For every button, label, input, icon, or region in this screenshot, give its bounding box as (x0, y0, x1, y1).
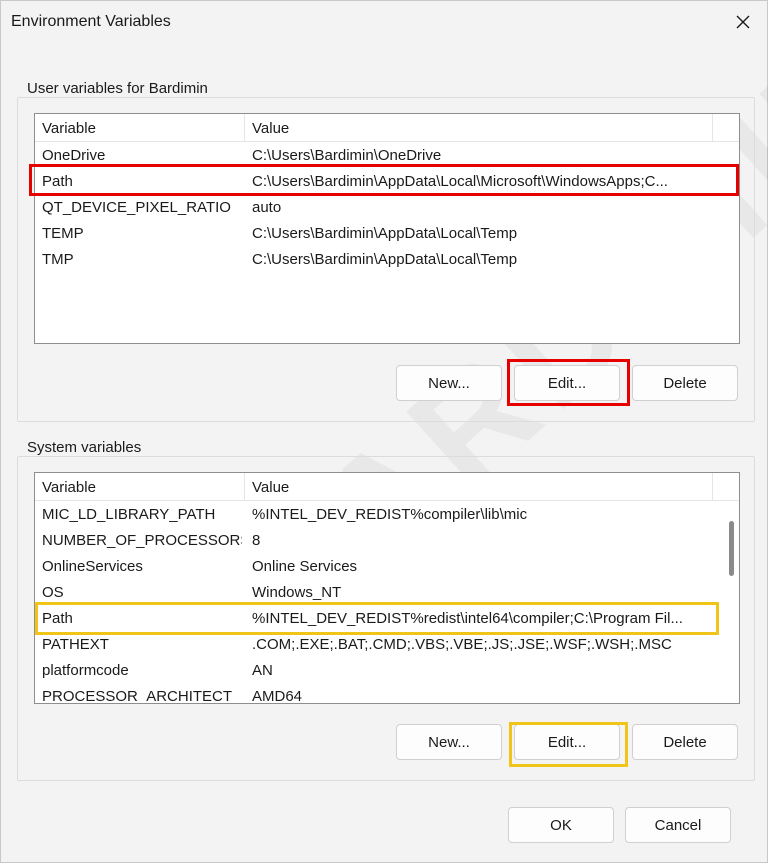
user-variables-label: User variables for Bardimin (27, 80, 208, 97)
column-header-value[interactable]: Value (252, 479, 289, 496)
table-row[interactable]: QT_DEVICE_PIXEL_RATIO auto (35, 195, 739, 221)
column-separator[interactable] (244, 473, 245, 501)
table-row[interactable]: Path C:\Users\Bardimin\AppData\Local\Mic… (35, 169, 739, 195)
row-value: .COM;.EXE;.BAT;.CMD;.VBS;.VBE;.JS;.JSE;.… (252, 636, 672, 653)
user-new-button[interactable]: New... (396, 365, 502, 401)
system-variables-group: System variables Variable Value MIC_LD_L… (17, 439, 755, 781)
row-variable: PROCESSOR_ARCHITECT (42, 688, 233, 704)
close-icon (736, 15, 750, 29)
column-separator[interactable] (712, 114, 713, 142)
column-separator[interactable] (244, 114, 245, 142)
table-row[interactable]: PROCESSOR_ARCHITECT AMD64 (35, 684, 739, 704)
system-variables-list[interactable]: Variable Value MIC_LD_LIBRARY_PATH %INTE… (34, 472, 740, 704)
row-variable: MIC_LD_LIBRARY_PATH (42, 506, 216, 523)
table-row[interactable]: TMP C:\Users\Bardimin\AppData\Local\Temp (35, 247, 739, 273)
row-variable: OS (42, 584, 64, 601)
user-variables-list[interactable]: Variable Value OneDrive C:\Users\Bardimi… (34, 113, 740, 344)
row-variable: platformcode (42, 662, 129, 679)
system-variables-label: System variables (27, 439, 142, 456)
row-variable: NUMBER_OF_PROCESSORS (42, 532, 242, 549)
scrollbar-thumb[interactable] (729, 521, 734, 576)
row-value: AMD64 (252, 688, 303, 704)
environment-variables-dialog: BARDIMIN Environment Variables User vari… (0, 0, 768, 863)
column-header-variable[interactable]: Variable (42, 479, 96, 496)
row-variable: TMP (42, 251, 74, 268)
row-value: C:\Users\Bardimin\AppData\Local\Temp (252, 251, 518, 268)
title-bar: Environment Variables (1, 1, 767, 45)
column-separator[interactable] (712, 473, 713, 501)
table-row[interactable]: TEMP C:\Users\Bardimin\AppData\Local\Tem… (35, 221, 739, 247)
row-value: C:\Users\Bardimin\AppData\Local\Temp (252, 225, 518, 242)
table-row[interactable]: OnlineServices Online Services (35, 554, 739, 580)
row-value: C:\Users\Bardimin\AppData\Local\Microsof… (252, 173, 668, 190)
table-row[interactable]: Path %INTEL_DEV_REDIST%redist\intel64\co… (35, 606, 739, 632)
system-edit-button[interactable]: Edit... (514, 724, 620, 760)
row-variable: OnlineServices (42, 558, 143, 575)
table-row[interactable]: OS Windows_NT (35, 580, 739, 606)
vertical-scrollbar[interactable] (723, 473, 739, 703)
system-new-button[interactable]: New... (396, 724, 502, 760)
table-row[interactable]: PATHEXT .COM;.EXE;.BAT;.CMD;.VBS;.VBE;.J… (35, 632, 739, 658)
column-header-value[interactable]: Value (252, 120, 289, 137)
row-variable: Path (42, 173, 73, 190)
row-variable: QT_DEVICE_PIXEL_RATIO (42, 199, 231, 216)
user-variables-group: User variables for Bardimin Variable Val… (17, 80, 755, 422)
row-variable: TEMP (42, 225, 84, 242)
list-header: Variable Value (35, 114, 739, 142)
table-row[interactable]: platformcode AN (35, 658, 739, 684)
row-value: %INTEL_DEV_REDIST%redist\intel64\compile… (252, 610, 683, 627)
user-edit-button[interactable]: Edit... (514, 365, 620, 401)
list-header: Variable Value (35, 473, 739, 501)
row-value: Windows_NT (252, 584, 342, 601)
row-value: Online Services (252, 558, 358, 575)
row-variable: Path (42, 610, 73, 627)
window-title: Environment Variables (11, 13, 171, 30)
row-value: AN (252, 662, 273, 679)
column-header-variable[interactable]: Variable (42, 120, 96, 137)
row-value: auto (252, 199, 282, 216)
user-delete-button[interactable]: Delete (632, 365, 738, 401)
row-value: 8 (252, 532, 261, 549)
close-button[interactable] (725, 5, 761, 39)
table-row[interactable]: MIC_LD_LIBRARY_PATH %INTEL_DEV_REDIST%co… (35, 502, 739, 528)
table-row[interactable]: NUMBER_OF_PROCESSORS 8 (35, 528, 739, 554)
row-value: %INTEL_DEV_REDIST%compiler\lib\mic (252, 506, 528, 523)
row-value: C:\Users\Bardimin\OneDrive (252, 147, 442, 164)
table-row[interactable]: OneDrive C:\Users\Bardimin\OneDrive (35, 143, 739, 169)
cancel-button[interactable]: Cancel (625, 807, 731, 843)
ok-button[interactable]: OK (508, 807, 614, 843)
row-variable: PATHEXT (42, 636, 109, 653)
system-delete-button[interactable]: Delete (632, 724, 738, 760)
row-variable: OneDrive (42, 147, 106, 164)
